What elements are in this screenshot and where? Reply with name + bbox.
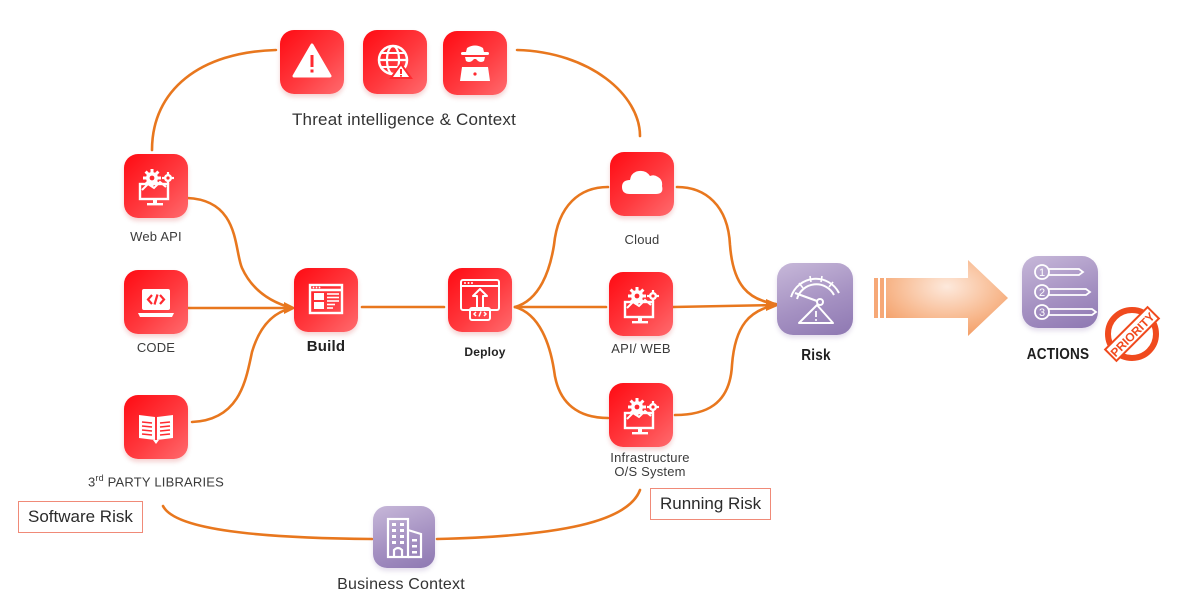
cloud-icon: [622, 170, 663, 194]
libraries-label-text: PARTY LIBRARIES: [103, 474, 225, 490]
web-api-tile[interactable]: [124, 154, 188, 218]
api-web-tile[interactable]: [609, 272, 673, 336]
connector-threat-left: [150, 48, 278, 152]
deploy-tile[interactable]: [448, 268, 512, 332]
connector-business-running: [435, 488, 642, 541]
threat-globe-tile: [363, 30, 427, 94]
threat-warning-tile: [280, 30, 344, 94]
numbered-list-icon: 1 2 3: [1034, 264, 1098, 320]
list-number-2: 2: [1039, 287, 1045, 299]
connector-deploy-infra: [513, 305, 610, 420]
infrastructure-tile[interactable]: [609, 383, 673, 447]
risk-label: Risk: [801, 347, 831, 364]
business-context-tile[interactable]: [373, 506, 435, 568]
libraries-label-suffix: rd: [95, 473, 104, 483]
connector-cloud-risk: [675, 185, 778, 306]
threat-intel-label: Threat intelligence & Context: [291, 110, 517, 129]
running-risk-box: Running Risk: [650, 488, 772, 520]
web-layout-icon: [308, 283, 344, 315]
connector-libs-build: [190, 306, 294, 424]
warning-triangle-icon: [292, 43, 332, 78]
laptop-code-icon: [138, 289, 174, 317]
software-risk-box: Software Risk: [18, 501, 143, 533]
libraries-label: 3rd PARTY LIBRARIES: [88, 473, 224, 489]
connector-infra-risk: [673, 303, 778, 417]
code-label: CODE: [136, 340, 176, 355]
hacker-laptop-icon: [460, 45, 490, 81]
build-tile[interactable]: [294, 268, 358, 332]
list-number-3: 3: [1039, 307, 1045, 319]
globe-warning-icon: [377, 44, 413, 79]
connector-webapi-build: [185, 196, 294, 310]
deploy-label: Deploy: [464, 345, 506, 359]
gauge-warning-icon: [790, 275, 840, 324]
open-book-icon: [139, 415, 173, 444]
priority-stamp-icon: PRIORITY: [1103, 305, 1161, 363]
web-api-label: Web API: [130, 229, 182, 244]
threat-hacker-tile: [443, 31, 507, 95]
cloud-label: Cloud: [624, 232, 660, 247]
connector-software-business: [161, 504, 374, 541]
diagram-canvas: Threat intelligence & Context Web API CO…: [0, 0, 1200, 600]
infrastructure-label: Infrastructure O/S System: [610, 451, 689, 479]
office-building-icon: [386, 517, 423, 559]
connector-api-risk: [671, 303, 778, 309]
cloud-tile[interactable]: [610, 152, 674, 216]
libraries-tile[interactable]: [124, 395, 188, 459]
flow-arrow-icon: [874, 260, 1008, 336]
connector-threat-right: [515, 48, 642, 138]
code-tile[interactable]: [124, 270, 188, 334]
api-web-label: API/ WEB: [611, 341, 671, 356]
infrastructure-label-line2: O/S System: [614, 464, 686, 479]
business-context-label: Business Context: [337, 576, 465, 593]
connector-deploy-cloud: [513, 185, 610, 309]
monitor-gears-icon: [623, 287, 659, 324]
monitor-gears-icon: [138, 169, 174, 206]
infrastructure-label-line1: Infrastructure: [610, 450, 690, 465]
browser-upload-code-icon: [460, 279, 500, 321]
actions-label: ACTIONS: [1026, 346, 1090, 363]
actions-tile[interactable]: 1 2 3: [1022, 256, 1098, 328]
monitor-gears-icon: [623, 398, 659, 435]
build-label: Build: [306, 338, 346, 355]
list-number-1: 1: [1039, 267, 1045, 279]
risk-tile[interactable]: [777, 263, 853, 335]
